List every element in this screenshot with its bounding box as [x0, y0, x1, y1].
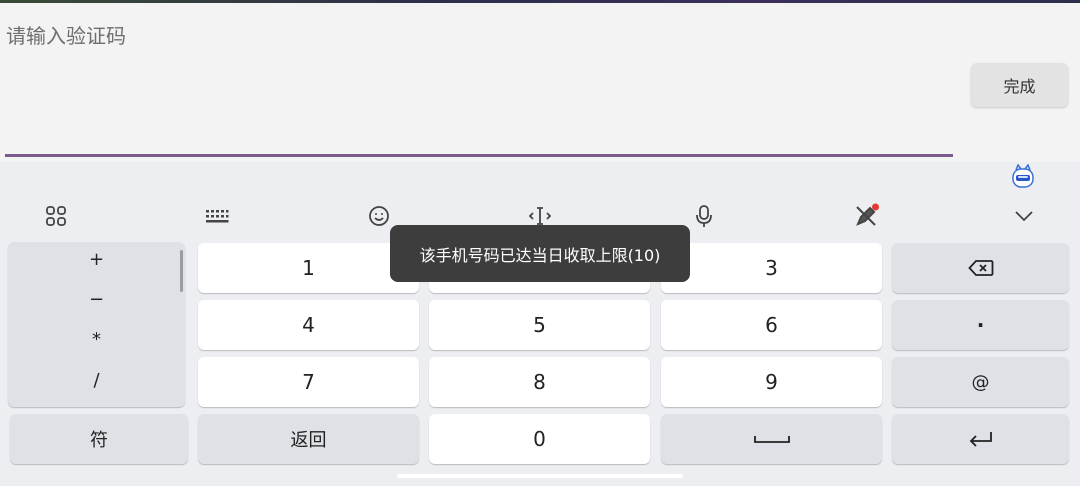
- backspace-key[interactable]: [892, 243, 1069, 293]
- symbols-key[interactable]: 符: [10, 414, 188, 464]
- keyboard-icon[interactable]: [203, 202, 231, 230]
- microphone-icon[interactable]: [690, 202, 718, 230]
- multiply-key[interactable]: *: [8, 329, 185, 350]
- digit-key-0[interactable]: 0: [429, 414, 650, 464]
- dot-key[interactable]: ·: [892, 300, 1069, 350]
- digit-key-4[interactable]: 4: [198, 300, 419, 350]
- divide-key[interactable]: /: [8, 370, 185, 391]
- numeric-keyboard: + − * / 1 2 3 4 5 6 · 7 8 9 @ 符 返回 0: [0, 162, 1080, 486]
- verification-dialog: 请输入验证码 完成: [0, 3, 1080, 162]
- emoji-icon[interactable]: [365, 202, 393, 230]
- space-key[interactable]: [661, 414, 882, 464]
- at-key[interactable]: @: [892, 357, 1069, 407]
- home-indicator[interactable]: [397, 474, 683, 478]
- limit-toast: 该手机号码已达当日收取上限(10): [390, 225, 690, 282]
- grid-icon[interactable]: [42, 202, 70, 230]
- digit-key-5[interactable]: 5: [429, 300, 650, 350]
- minus-key[interactable]: −: [8, 289, 185, 310]
- digit-key-8[interactable]: 8: [429, 357, 650, 407]
- notification-dot: [872, 203, 879, 211]
- code-input-underline[interactable]: [5, 154, 953, 157]
- verification-prompt: 请输入验证码: [6, 24, 126, 48]
- back-key[interactable]: 返回: [198, 414, 419, 464]
- operator-panel[interactable]: + − * /: [8, 242, 185, 407]
- done-button[interactable]: 完成: [971, 63, 1068, 107]
- space-icon: [753, 436, 790, 443]
- digit-key-1[interactable]: 1: [198, 243, 419, 293]
- pen-off-icon[interactable]: [852, 202, 880, 230]
- backspace-icon: [967, 260, 993, 276]
- operator-scrollbar[interactable]: [180, 250, 183, 292]
- digit-key-9[interactable]: 9: [661, 357, 882, 407]
- digit-key-6[interactable]: 6: [661, 300, 882, 350]
- enter-key[interactable]: [892, 414, 1069, 464]
- enter-icon: [969, 432, 992, 447]
- digit-key-7[interactable]: 7: [198, 357, 419, 407]
- plus-key[interactable]: +: [8, 249, 185, 270]
- digit-key-3[interactable]: 3: [661, 243, 882, 293]
- collapse-icon[interactable]: [1010, 202, 1038, 230]
- mascot-icon[interactable]: [1010, 164, 1036, 190]
